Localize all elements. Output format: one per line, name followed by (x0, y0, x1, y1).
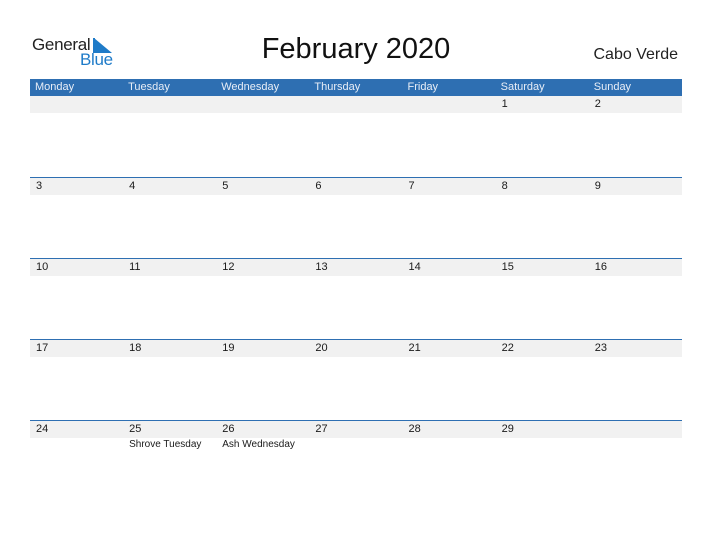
day-cell: 18 (123, 340, 216, 357)
day-number: 7 (408, 180, 415, 192)
day-number (36, 96, 123, 113)
day-cell (123, 96, 216, 113)
day-cell: 6 (309, 178, 402, 195)
weekday-monday: Monday (35, 81, 75, 93)
day-cell: 11 (123, 259, 216, 276)
day-number: 26 (222, 423, 235, 435)
day-cell: 8 (496, 178, 589, 195)
day-number: 29 (501, 423, 514, 435)
week-days: 3 4 5 6 7 8 9 (30, 178, 682, 195)
day-number: 12 (222, 261, 235, 273)
day-cell: 17 (30, 340, 123, 357)
day-cell: 26 Ash Wednesday (216, 421, 309, 452)
day-cell: 12 (216, 259, 309, 276)
day-number: 16 (594, 261, 607, 273)
day-number: 24 (36, 423, 49, 435)
day-cell: 29 (496, 421, 589, 452)
day-number: 15 (501, 261, 514, 273)
day-cell (30, 96, 123, 113)
day-number: 27 (315, 423, 328, 435)
day-cell: 4 (123, 178, 216, 195)
day-number: 13 (315, 261, 328, 273)
week-days: 12 (30, 96, 682, 113)
weekday-tuesday: Tuesday (128, 81, 170, 93)
holiday-label: Ash Wednesday (222, 439, 295, 450)
week-days: 10 11 12 13 14 15 16 (30, 259, 682, 276)
day-cell: 21 (403, 340, 496, 357)
day-number: 10 (36, 261, 49, 273)
day-cell: 23 (589, 340, 682, 357)
day-number: 3 (36, 180, 43, 192)
day-number: 2 (594, 98, 601, 110)
day-cell: 22 (496, 340, 589, 357)
holiday-label: Shrove Tuesday (129, 439, 202, 450)
country-label: Cabo Verde (593, 46, 678, 63)
day-number: 28 (408, 423, 421, 435)
day-number: 23 (594, 342, 607, 354)
day-cell (589, 421, 682, 452)
day-number: 5 (222, 180, 229, 192)
day-cell: 27 (309, 421, 402, 452)
weekday-wednesday: Wednesday (221, 81, 280, 93)
day-cell (216, 96, 309, 113)
day-number: 25 (129, 423, 142, 435)
week-row: 24 25 Shrove Tuesday 26 Ash Wednesday 27 28 29 (30, 420, 682, 502)
day-number: 6 (315, 180, 322, 192)
day-number (595, 421, 682, 438)
day-cell: 28 (403, 421, 496, 452)
day-number (129, 96, 216, 113)
week-row: 12 (30, 96, 682, 177)
day-cell (403, 96, 496, 113)
week-row: 3 4 5 6 7 8 9 (30, 177, 682, 259)
day-number: 19 (222, 342, 235, 354)
day-number: 20 (315, 342, 328, 354)
day-number (409, 96, 496, 113)
day-cell: 10 (30, 259, 123, 276)
weekday-friday: Friday (407, 81, 439, 93)
weekday-saturday: Saturday (500, 81, 545, 93)
day-cell: 24 (30, 421, 123, 452)
week-days: 17 18 19 20 21 22 23 (30, 340, 682, 357)
day-number (222, 96, 309, 113)
day-cell: 25 Shrove Tuesday (123, 421, 216, 452)
day-cell: 14 (403, 259, 496, 276)
day-number: 4 (129, 180, 136, 192)
day-number: 11 (129, 261, 141, 273)
week-row: 10 11 12 13 14 15 16 (30, 258, 682, 340)
day-cell: 7 (403, 178, 496, 195)
day-number: 8 (501, 180, 508, 192)
day-cell: 5 (216, 178, 309, 195)
day-number: 1 (501, 98, 508, 110)
day-cell: 13 (309, 259, 402, 276)
day-number: 22 (501, 342, 514, 354)
day-cell: 15 (496, 259, 589, 276)
day-number: 18 (129, 342, 142, 354)
day-cell: 3 (30, 178, 123, 195)
day-cell (309, 96, 402, 113)
day-cell: 2 (589, 96, 682, 113)
day-cell: 1 (496, 96, 589, 113)
weekday-header: Monday Tuesday Wednesday Thursday Friday… (30, 79, 682, 96)
day-cell: 16 (589, 259, 682, 276)
day-number: 17 (36, 342, 49, 354)
day-number: 21 (408, 342, 421, 354)
week-row: 17 18 19 20 21 22 23 (30, 339, 682, 421)
day-cell: 19 (216, 340, 309, 357)
day-number: 9 (594, 180, 601, 192)
day-cell: 9 (589, 178, 682, 195)
day-number (315, 96, 402, 113)
weekday-thursday: Thursday (314, 81, 361, 93)
week-days: 24 25 Shrove Tuesday 26 Ash Wednesday 27 28 29 (30, 421, 682, 452)
weekday-sunday: Sunday (593, 81, 632, 93)
day-cell: 20 (309, 340, 402, 357)
day-number: 14 (408, 261, 421, 273)
